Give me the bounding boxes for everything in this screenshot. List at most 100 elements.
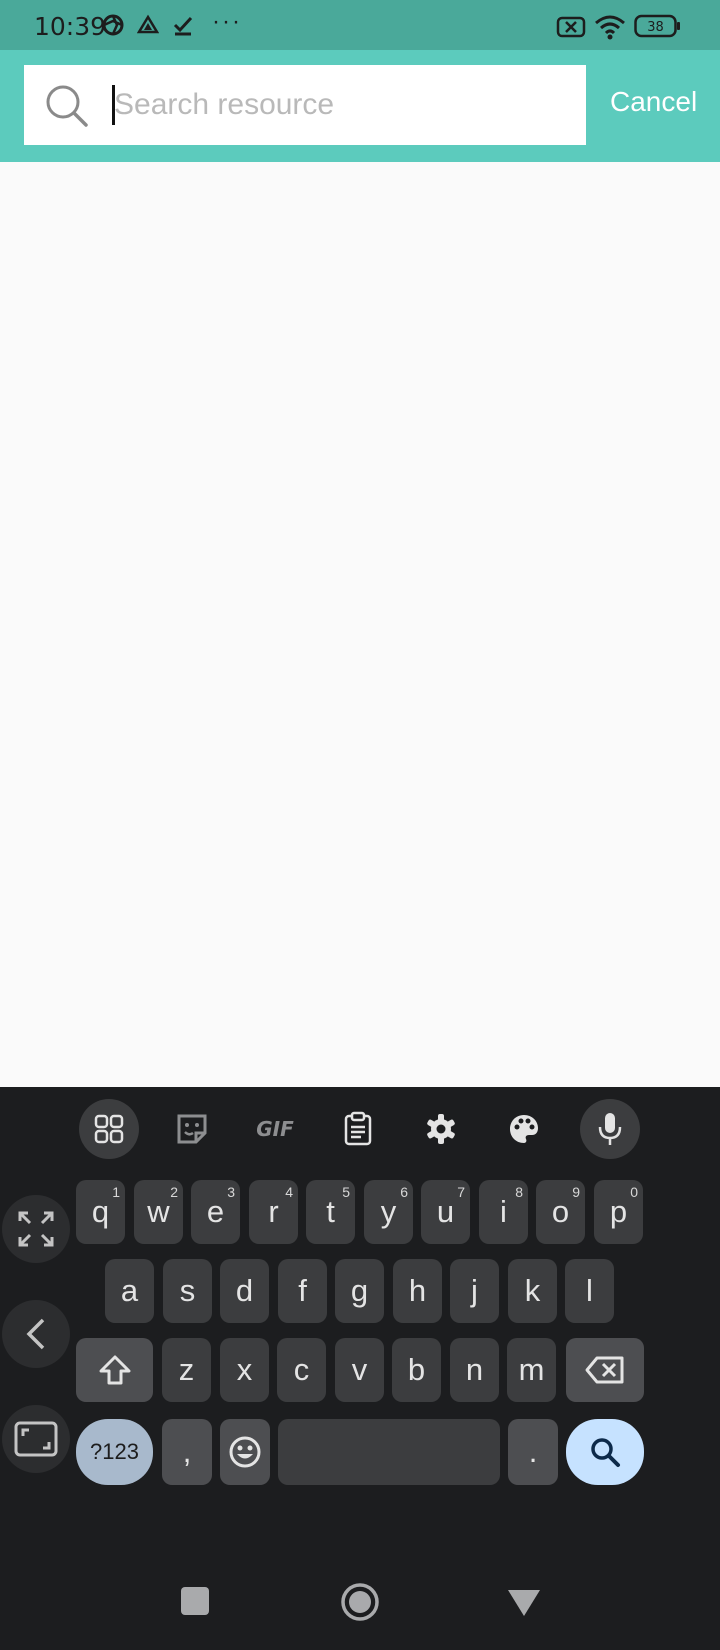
key-label: e — [206, 1194, 225, 1229]
search-icon — [46, 85, 88, 127]
sticker-button[interactable] — [162, 1099, 222, 1159]
key-label: l — [586, 1273, 593, 1308]
key-c[interactable]: c — [277, 1338, 326, 1402]
key-label: o — [551, 1194, 570, 1229]
expand-keyboard-button[interactable] — [2, 1195, 70, 1263]
key-h[interactable]: h — [393, 1259, 442, 1323]
search-input[interactable] — [112, 75, 552, 135]
key-l[interactable]: l — [565, 1259, 614, 1323]
key-label: k — [524, 1273, 541, 1308]
clipboard-icon — [344, 1111, 372, 1146]
emoji-key[interactable] — [220, 1419, 270, 1485]
check-icon — [173, 16, 193, 36]
theme-button[interactable] — [494, 1099, 554, 1159]
symbols-key[interactable]: ?123 — [76, 1419, 153, 1485]
key-label: d — [235, 1273, 254, 1308]
mic-icon — [598, 1113, 622, 1145]
key-j[interactable]: j — [450, 1259, 499, 1323]
key-label: t — [326, 1194, 335, 1229]
key-label: i — [500, 1194, 507, 1229]
key-n[interactable]: n — [450, 1338, 499, 1402]
settings-button[interactable] — [411, 1099, 471, 1159]
key-t[interactable]: t5 — [306, 1180, 355, 1244]
voice-input-button[interactable] — [580, 1099, 640, 1159]
key-k[interactable]: k — [508, 1259, 557, 1323]
key-label: q — [91, 1194, 110, 1229]
key-hint: 4 — [285, 1184, 293, 1200]
key-b[interactable]: b — [392, 1338, 441, 1402]
space-key[interactable] — [278, 1419, 500, 1485]
aperture-icon — [102, 14, 124, 36]
gif-button[interactable]: GIF — [245, 1099, 305, 1159]
key-label: j — [471, 1273, 478, 1308]
key-label: f — [298, 1273, 307, 1308]
chevron-left-icon — [26, 1318, 45, 1350]
collapse-side-button[interactable] — [2, 1300, 70, 1368]
results-area — [0, 162, 720, 1087]
key-w[interactable]: w2 — [134, 1180, 183, 1244]
key-label: g — [350, 1273, 369, 1308]
key-hint: 8 — [515, 1184, 523, 1200]
settings-icon — [427, 1114, 455, 1144]
key-v[interactable]: v — [335, 1338, 384, 1402]
key-hint: 9 — [572, 1184, 580, 1200]
key-hint: 5 — [342, 1184, 350, 1200]
expand-icon — [18, 1211, 54, 1247]
key-label: h — [408, 1273, 427, 1308]
floating-keyboard-button[interactable] — [2, 1405, 70, 1473]
search-box[interactable] — [24, 65, 586, 145]
palette-icon — [510, 1115, 538, 1143]
key-y[interactable]: y6 — [364, 1180, 413, 1244]
key-hint: 1 — [112, 1184, 120, 1200]
battery-level: 38 — [647, 20, 664, 35]
emoji-icon — [229, 1436, 261, 1468]
key-i[interactable]: i8 — [479, 1180, 528, 1244]
key-hint: 3 — [227, 1184, 235, 1200]
key-label: v — [351, 1352, 368, 1387]
key-q[interactable]: q1 — [76, 1180, 125, 1244]
key-f[interactable]: f — [278, 1259, 327, 1323]
key-d[interactable]: d — [220, 1259, 269, 1323]
recents-square-icon — [181, 1587, 209, 1615]
backspace-icon — [585, 1356, 624, 1384]
home-circle-icon — [341, 1583, 379, 1621]
key-label: s — [179, 1273, 196, 1308]
key-r[interactable]: r4 — [249, 1180, 298, 1244]
key-hint: 7 — [457, 1184, 465, 1200]
drive-icon — [137, 14, 159, 34]
back-triangle-icon — [508, 1590, 540, 1616]
key-o[interactable]: o9 — [536, 1180, 585, 1244]
recents-button[interactable] — [180, 1586, 210, 1616]
clipboard-button[interactable] — [328, 1099, 388, 1159]
key-m[interactable]: m — [507, 1338, 556, 1402]
key-a[interactable]: a — [105, 1259, 154, 1323]
key-s[interactable]: s — [163, 1259, 212, 1323]
key-label: u — [436, 1194, 455, 1229]
key-hint: 0 — [630, 1184, 638, 1200]
shift-icon — [99, 1355, 130, 1385]
back-button[interactable] — [506, 1588, 542, 1618]
period-key[interactable]: . — [508, 1419, 558, 1485]
search-header: Cancel — [0, 50, 720, 162]
battery-icon: 38 — [634, 14, 680, 38]
key-hint: 2 — [170, 1184, 178, 1200]
gif-label: GIF — [256, 1117, 294, 1141]
comma-key[interactable]: , — [162, 1419, 212, 1485]
apps-button[interactable] — [79, 1099, 139, 1159]
key-label: x — [236, 1352, 253, 1387]
key-z[interactable]: z — [162, 1338, 211, 1402]
backspace-key[interactable] — [566, 1338, 644, 1402]
key-e[interactable]: e3 — [191, 1180, 240, 1244]
key-g[interactable]: g — [335, 1259, 384, 1323]
shift-key[interactable] — [76, 1338, 153, 1402]
key-u[interactable]: u7 — [421, 1180, 470, 1244]
key-label: c — [293, 1352, 310, 1387]
search-key[interactable] — [566, 1419, 644, 1485]
home-button[interactable] — [340, 1582, 380, 1622]
cancel-button[interactable]: Cancel — [610, 86, 697, 118]
key-x[interactable]: x — [220, 1338, 269, 1402]
soft-keyboard: GIF q 1 w 2 e 3 r 4 t 5 y 6 u 7 i 8 o 9 … — [0, 1087, 720, 1650]
apps-icon — [94, 1114, 124, 1144]
key-label: w — [147, 1194, 170, 1229]
key-p[interactable]: p0 — [594, 1180, 643, 1244]
